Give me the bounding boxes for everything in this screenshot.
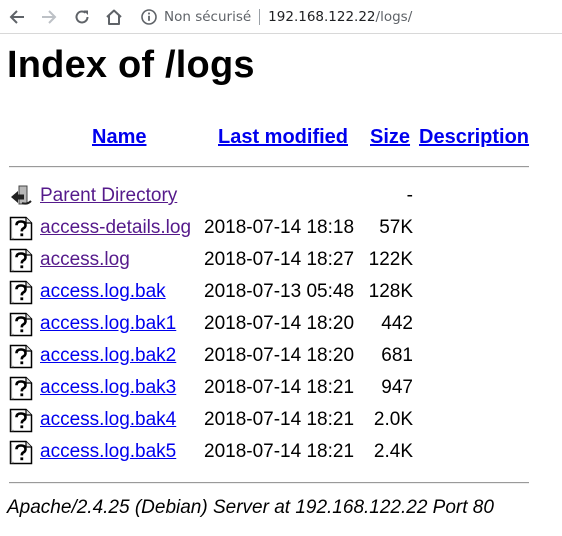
unknown-file-icon	[9, 280, 33, 305]
last-modified-cell: 2018-07-13 05:48	[204, 281, 355, 302]
column-header-name[interactable]: Name	[92, 125, 146, 149]
column-header-description[interactable]: Description	[419, 125, 529, 149]
size-cell: 442	[381, 313, 413, 334]
parent-directory-row: Parent Directory -	[0, 182, 562, 210]
last-modified-cell: 2018-07-14 18:18	[204, 217, 355, 238]
size-cell: 681	[381, 345, 413, 366]
file-link[interactable]: access.log.bak4	[40, 406, 176, 434]
unknown-file-icon	[9, 440, 33, 465]
file-row: access.log 2018-07-14 18:27 122K	[0, 246, 562, 274]
column-header-size[interactable]: Size	[370, 125, 410, 149]
file-link[interactable]: access.log.bak	[40, 278, 166, 306]
back-icon	[11, 185, 32, 205]
last-modified-cell: 2018-07-14 18:21	[204, 409, 355, 430]
size-cell: -	[406, 185, 413, 206]
last-modified-cell: 2018-07-14 18:21	[204, 377, 355, 398]
parent-directory-link[interactable]: Parent Directory	[40, 182, 177, 210]
unknown-file-icon	[9, 248, 33, 273]
file-row: access.log.bak5 2018-07-14 18:21 2.4K	[0, 438, 562, 466]
file-link[interactable]: access.log.bak2	[40, 342, 176, 370]
size-cell: 2.0K	[373, 409, 413, 430]
file-link[interactable]: access.log.bak5	[40, 438, 176, 466]
file-link[interactable]: access.log.bak3	[40, 374, 176, 402]
file-link[interactable]: access-details.log	[40, 214, 191, 242]
unknown-file-icon	[9, 408, 33, 433]
size-cell: 57K	[379, 217, 413, 238]
file-row: access-details.log 2018-07-14 18:18 57K	[0, 214, 562, 242]
size-cell: 947	[381, 377, 413, 398]
file-row: access.log.bak4 2018-07-14 18:21 2.0K	[0, 406, 562, 434]
size-cell: 128K	[368, 281, 413, 302]
file-row: access.log.bak3 2018-07-14 18:21 947	[0, 374, 562, 402]
file-link[interactable]: access.log.bak1	[40, 310, 176, 338]
last-modified-cell: 2018-07-14 18:21	[204, 441, 355, 462]
file-row: access.log.bak2 2018-07-14 18:20 681	[0, 342, 562, 370]
size-cell: 122K	[368, 249, 413, 270]
server-signature: Apache/2.4.25 (Debian) Server at 192.168…	[7, 497, 494, 518]
unknown-file-icon	[9, 216, 33, 241]
unknown-file-icon	[9, 376, 33, 401]
last-modified-cell: 2018-07-14 18:27	[204, 249, 355, 270]
header-divider	[9, 166, 529, 168]
last-modified-cell: 2018-07-14 18:20	[204, 313, 355, 334]
footer-divider	[9, 482, 529, 484]
file-link[interactable]: access.log	[40, 246, 130, 274]
file-row: access.log.bak1 2018-07-14 18:20 442	[0, 310, 562, 338]
column-header-last-modified[interactable]: Last modified	[218, 125, 348, 149]
directory-listing: Name Last modified Size Description Pare…	[0, 0, 562, 536]
last-modified-cell: 2018-07-14 18:20	[204, 345, 355, 366]
file-row: access.log.bak 2018-07-13 05:48 128K	[0, 278, 562, 306]
unknown-file-icon	[9, 344, 33, 369]
size-cell: 2.4K	[373, 441, 413, 462]
unknown-file-icon	[9, 312, 33, 337]
